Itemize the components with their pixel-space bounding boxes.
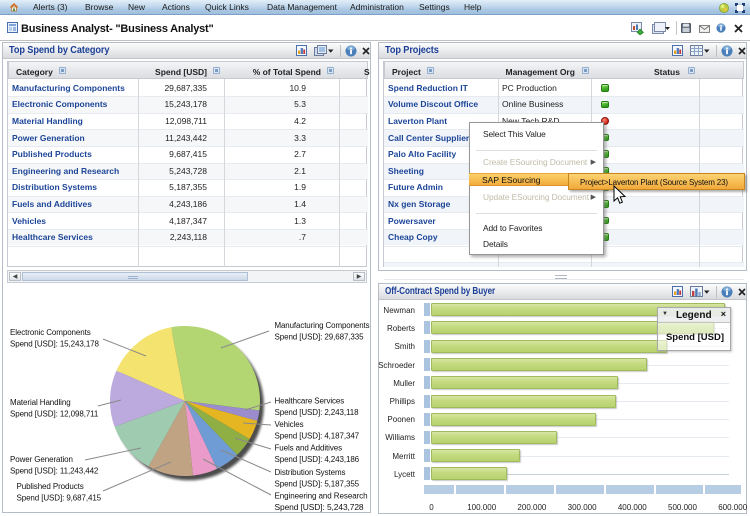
svg-text:Material Handling: Material Handling [10,398,71,407]
svg-text:Spend [USD]: 4,187,347: Spend [USD]: 4,187,347 [275,432,360,441]
svg-text:Published Products: Published Products [17,482,84,491]
svg-text:Fuels and Additives: Fuels and Additives [275,444,343,453]
svg-text:Spend [USD]: 15,243,178: Spend [USD]: 15,243,178 [10,340,100,349]
svg-text:Healthcare Services: Healthcare Services [275,397,345,406]
svg-text:Spend [USD]: 9,687,415: Spend [USD]: 9,687,415 [17,494,102,503]
svg-text:Spend [USD]: 2,243,118: Spend [USD]: 2,243,118 [275,408,360,417]
svg-text:Electronic Components: Electronic Components [10,328,91,337]
svg-text:Spend [USD]: 11,243,442: Spend [USD]: 11,243,442 [10,467,99,476]
svg-text:Engineering and Research: Engineering and Research [275,492,368,501]
svg-text:Spend [USD]: 5,243,728: Spend [USD]: 5,243,728 [275,503,365,512]
svg-text:Spend [USD]: 12,098,711: Spend [USD]: 12,098,711 [10,410,99,419]
svg-text:Distribution Systems: Distribution Systems [275,468,346,477]
svg-text:Vehicles: Vehicles [275,420,304,429]
svg-text:Spend [USD]: 5,187,355: Spend [USD]: 5,187,355 [275,480,360,489]
svg-text:Spend [USD]: 4,243,186: Spend [USD]: 4,243,186 [275,455,360,464]
svg-text:Spend [USD]: 29,687,335: Spend [USD]: 29,687,335 [275,333,365,342]
svg-text:Power Generation: Power Generation [10,455,73,464]
